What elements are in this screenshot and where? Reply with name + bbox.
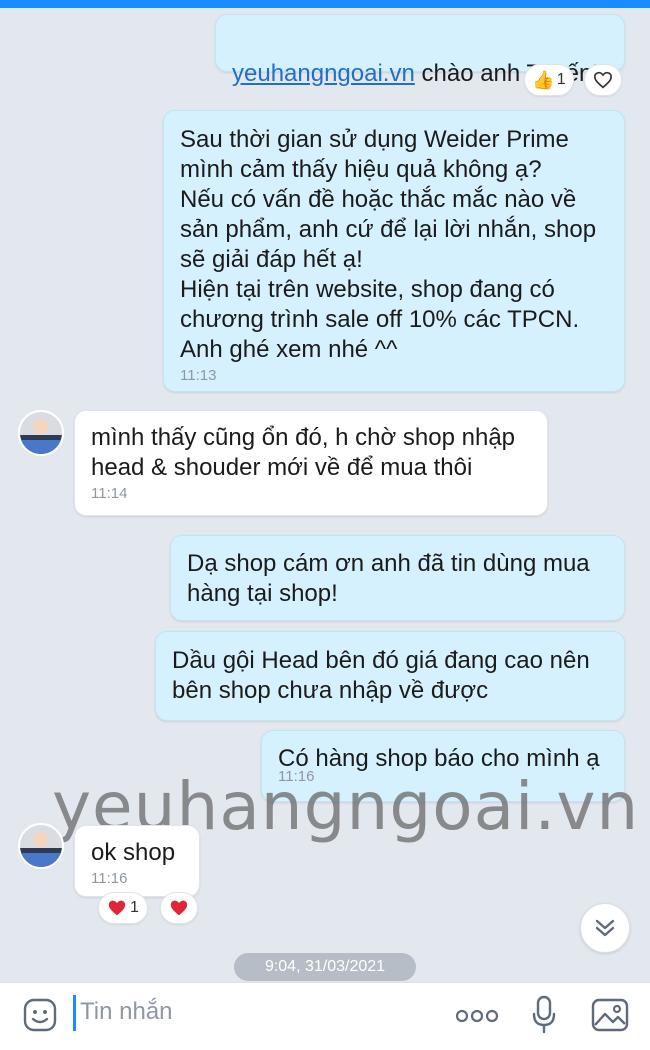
message-text: ok shop [91, 839, 176, 866]
heart-outline-icon [593, 71, 613, 89]
more-options-button[interactable] [452, 1001, 502, 1031]
message-bubble-outgoing[interactable]: Sau thời gian sử dụng Weider Prime mình … [163, 110, 625, 392]
more-icon [455, 1009, 499, 1023]
message-input[interactable]: Tin nhắn [80, 998, 173, 1026]
message-text: Sau thời gian sử dụng Weider Prime mình … [180, 126, 597, 363]
sticker-icon [23, 998, 57, 1032]
message-time: 11:14 [91, 485, 128, 502]
voice-message-button[interactable] [526, 993, 562, 1037]
heart-icon [170, 900, 188, 916]
date-divider: 9:04, 31/03/2021 [234, 953, 416, 981]
message-bubble-incoming[interactable]: ok shop 11:16 [74, 825, 200, 897]
message-text: Dầu gội Head bên đó giá đang cao nên bên… [172, 647, 590, 704]
text-cursor [73, 995, 76, 1031]
microphone-icon [532, 995, 556, 1034]
reaction-count: 1 [130, 899, 139, 916]
react-heart-button[interactable] [160, 892, 198, 924]
sticker-button[interactable] [20, 995, 60, 1035]
message-time: 11:16 [91, 870, 128, 887]
thumbs-up-icon: 👍 [532, 69, 555, 90]
reaction-count: 1 [556, 71, 566, 88]
avatar[interactable] [18, 823, 64, 869]
image-icon [591, 998, 629, 1032]
message-text: Dạ shop cám ơn anh đã tin dùng mua hàng … [187, 550, 590, 607]
scroll-to-bottom-button[interactable] [580, 903, 630, 953]
heart-icon [108, 900, 126, 916]
message-bubble-outgoing[interactable]: yeuhangngoai.vn chào anh Tuyến! [215, 14, 625, 87]
chevron-double-down-icon [595, 919, 615, 937]
top-accent-bar [0, 0, 650, 8]
message-bubble-outgoing[interactable]: Dầu gội Head bên đó giá đang cao nên bên… [155, 631, 625, 721]
message-bubble-incoming[interactable]: mình thấy cũng ổn đó, h chờ shop nhập he… [74, 410, 548, 516]
send-image-button[interactable] [588, 995, 632, 1035]
reaction-heart[interactable]: 1 [98, 892, 148, 924]
message-time: 11:13 [180, 367, 217, 384]
react-heart-button[interactable] [584, 64, 622, 96]
message-text: mình thấy cũng ổn đó, h chờ shop nhập he… [91, 424, 516, 481]
reaction-like[interactable]: 👍 1 [524, 64, 574, 96]
website-link[interactable]: yeuhangngoai.vn [232, 60, 415, 87]
message-bubble-outgoing[interactable]: Dạ shop cám ơn anh đã tin dùng mua hàng … [170, 535, 625, 621]
avatar[interactable] [18, 410, 64, 456]
